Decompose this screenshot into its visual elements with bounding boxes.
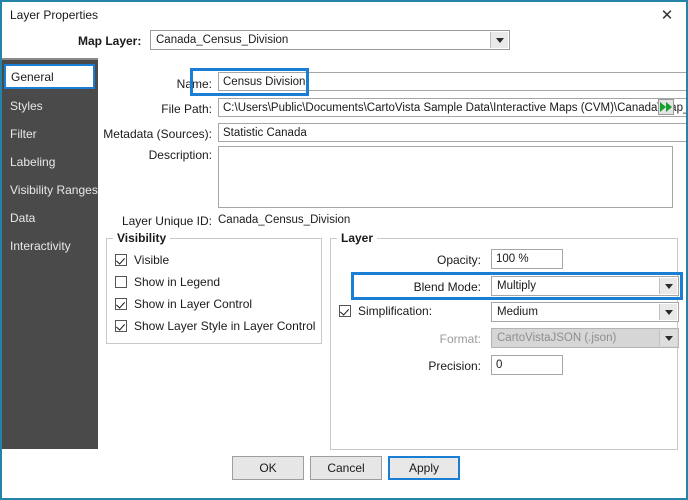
double-right-arrow-icon[interactable] — [658, 99, 674, 115]
sidebar-item-label: Data — [10, 211, 36, 225]
close-icon[interactable]: ✕ — [654, 4, 680, 26]
chevron-down-icon — [659, 330, 677, 346]
precision-value: 0 — [496, 359, 503, 371]
description-textarea[interactable] — [218, 146, 673, 208]
file-path-value: C:\Users\Public\Documents\CartoVista Sam… — [223, 102, 688, 114]
opacity-label: Opacity: — [436, 253, 481, 267]
sidebar-item-label: General — [11, 69, 54, 84]
unique-id-label: Layer Unique ID: — [121, 214, 212, 228]
checkbox-box — [115, 276, 127, 288]
layer-properties-dialog: Layer Properties ✕ Map Layer: Canada_Cen… — [0, 0, 688, 500]
layer-group-title: Layer — [337, 231, 378, 245]
window-title: Layer Properties — [10, 8, 99, 22]
checkbox-label: Show in Layer Control — [134, 297, 253, 311]
metadata-label: Metadata (Sources): — [103, 127, 212, 141]
simplification-select[interactable]: Medium — [491, 302, 679, 322]
dialog-footer: OK Cancel Apply — [2, 456, 686, 482]
sidebar-item-label: Styles — [10, 99, 43, 113]
title-bar: Layer Properties ✕ — [2, 2, 686, 28]
sidebar-item-visibility-ranges[interactable]: Visibility Ranges — [2, 177, 98, 203]
visibility-group-title: Visibility — [113, 231, 171, 245]
file-path-input[interactable]: C:\Users\Public\Documents\CartoVista Sam… — [218, 98, 688, 117]
sidebar-item-label: Interactivity — [10, 239, 71, 253]
metadata-value: Statistic Canada — [223, 127, 307, 139]
simplification-label: Simplification: — [358, 304, 433, 318]
name-value: Census Division — [223, 76, 306, 88]
chevron-down-icon — [659, 304, 677, 320]
sidebar-item-filter[interactable]: Filter — [2, 121, 98, 147]
checkbox-box — [115, 298, 127, 310]
checkbox-show-in-layer-control[interactable]: Show in Layer Control — [115, 297, 252, 311]
format-label: Format: — [439, 332, 481, 346]
simplification-value: Medium — [497, 306, 538, 318]
sidebar-item-label: Labeling — [10, 155, 56, 169]
sidebar-item-data[interactable]: Data — [2, 205, 98, 231]
sidebar-item-label: Filter — [10, 127, 37, 141]
checkbox-box — [115, 254, 127, 266]
checkbox-show-layer-style-in-layer-control[interactable]: Show Layer Style in Layer Control — [115, 319, 315, 333]
ok-button[interactable]: OK — [232, 456, 304, 480]
checkbox-show-in-legend[interactable]: Show in Legend — [115, 275, 220, 289]
description-label: Description: — [148, 148, 212, 162]
sidebar-item-general[interactable]: General — [4, 64, 95, 89]
map-layer-row: Map Layer: Canada_Census_Division — [2, 28, 686, 56]
apply-button[interactable]: Apply — [388, 456, 460, 480]
sidebar-item-interactivity[interactable]: Interactivity — [2, 233, 98, 259]
map-layer-select[interactable]: Canada_Census_Division — [150, 30, 510, 50]
opacity-value: 100 % — [496, 253, 529, 265]
sidebar-item-labeling[interactable]: Labeling — [2, 149, 98, 175]
precision-label: Precision: — [428, 359, 481, 373]
chevron-down-icon — [490, 32, 508, 48]
sidebar: General Styles Filter Labeling Visibilit… — [2, 58, 98, 449]
blend-mode-select[interactable]: Multiply — [491, 276, 679, 296]
map-layer-label: Map Layer: — [78, 34, 142, 48]
checkbox-visible[interactable]: Visible — [115, 253, 169, 267]
checkbox-box — [339, 305, 351, 317]
checkbox-label: Visible — [134, 253, 170, 267]
file-path-label: File Path: — [161, 102, 212, 116]
name-label: Name: — [176, 77, 212, 91]
visibility-group: Visibility Visible Show in Legend Show i… — [106, 231, 322, 344]
checkbox-box — [115, 320, 127, 332]
checkbox-label: Show in Legend — [134, 275, 221, 289]
sidebar-item-styles[interactable]: Styles — [2, 93, 98, 119]
sidebar-item-label: Visibility Ranges — [10, 183, 98, 197]
format-value: CartoVistaJSON (.json) — [497, 332, 617, 344]
chevron-down-icon — [659, 278, 677, 294]
metadata-input[interactable]: Statistic Canada — [218, 123, 686, 142]
precision-input[interactable]: 0 — [491, 355, 563, 375]
checkbox-label: Show Layer Style in Layer Control — [134, 319, 316, 333]
name-input[interactable]: Census Division — [218, 72, 686, 91]
unique-id-value: Canada_Census_Division — [218, 214, 351, 226]
blend-mode-label: Blend Mode: — [413, 280, 481, 294]
opacity-input[interactable]: 100 % — [491, 249, 563, 269]
format-select: CartoVistaJSON (.json) — [491, 328, 679, 348]
general-panel: Name: Census Division File Path: C:\User… — [98, 58, 688, 450]
blend-mode-value: Multiply — [497, 280, 536, 292]
checkbox-simplification[interactable]: Simplification: — [339, 304, 432, 318]
layer-group: Layer Opacity: 100 % Blend Mode: Multipl… — [330, 231, 683, 450]
cancel-button[interactable]: Cancel — [310, 456, 382, 480]
map-layer-value: Canada_Census_Division — [156, 34, 289, 46]
